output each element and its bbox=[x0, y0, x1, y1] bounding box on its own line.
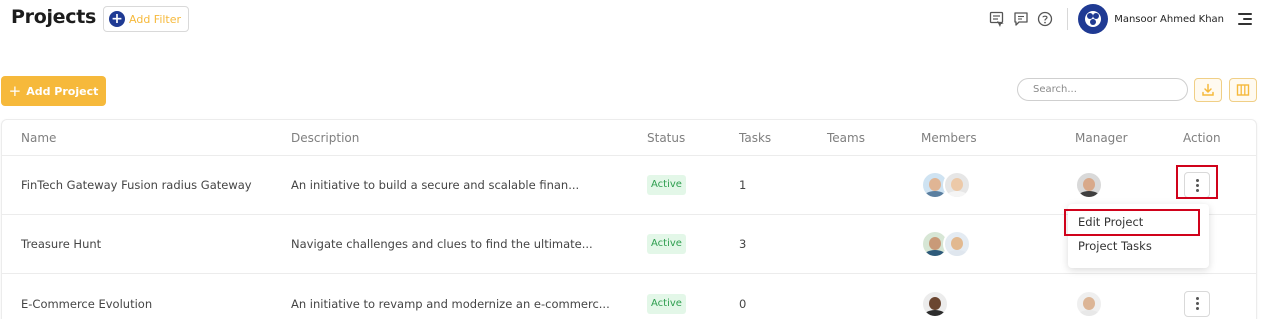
column-header-tasks[interactable]: Tasks bbox=[739, 131, 771, 145]
add-project-label: Add Project bbox=[26, 84, 99, 98]
columns-icon bbox=[1236, 84, 1250, 96]
status-badge: Active bbox=[647, 175, 686, 195]
column-header-description[interactable]: Description bbox=[291, 131, 359, 145]
menu-icon[interactable] bbox=[1238, 13, 1252, 25]
avatar[interactable] bbox=[921, 289, 949, 318]
menu-item-project-tasks[interactable]: Project Tasks bbox=[1078, 239, 1152, 253]
status-badge: Active bbox=[647, 234, 686, 254]
row-action-menu: Edit Project Project Tasks bbox=[1068, 204, 1209, 268]
add-filter-button[interactable]: + Add Filter bbox=[103, 6, 189, 32]
row-actions-button[interactable] bbox=[1184, 172, 1210, 198]
columns-button[interactable] bbox=[1229, 78, 1257, 102]
project-description: An initiative to revamp and modernize an… bbox=[291, 296, 610, 311]
clipboard-icon[interactable] bbox=[987, 9, 1007, 29]
column-header-name[interactable]: Name bbox=[21, 131, 56, 145]
top-right-toolbar: Mansoor Ahmed Khan bbox=[983, 4, 1252, 34]
search-input[interactable] bbox=[1017, 78, 1188, 101]
project-name[interactable]: Treasure Hunt bbox=[21, 237, 101, 251]
task-count: 0 bbox=[739, 296, 747, 311]
table-row[interactable]: E-Commerce Evolution An initiative to re… bbox=[2, 274, 1256, 319]
divider bbox=[1067, 8, 1069, 30]
avatar[interactable] bbox=[1075, 171, 1103, 199]
project-description: An initiative to build a secure and scal… bbox=[291, 178, 580, 192]
column-header-members[interactable]: Members bbox=[921, 131, 977, 145]
add-project-button[interactable]: + Add Project bbox=[1, 76, 106, 106]
plus-circle-icon: + bbox=[109, 11, 125, 27]
members-avatars[interactable] bbox=[921, 289, 949, 318]
download-icon bbox=[1202, 83, 1214, 96]
download-button[interactable] bbox=[1194, 78, 1222, 102]
table-header: Name Description Status Tasks Teams Memb… bbox=[2, 120, 1256, 156]
project-name[interactable]: FinTech Gateway Fusion radius Gateway bbox=[21, 178, 252, 192]
column-header-status[interactable]: Status bbox=[647, 131, 685, 145]
row-actions-button[interactable] bbox=[1184, 290, 1210, 317]
project-description: Navigate challenges and clues to find th… bbox=[291, 237, 593, 251]
column-header-manager[interactable]: Manager bbox=[1075, 131, 1128, 145]
task-count: 3 bbox=[739, 237, 747, 251]
manager-avatar[interactable] bbox=[1075, 171, 1103, 199]
user-name[interactable]: Mansoor Ahmed Khan bbox=[1114, 14, 1224, 25]
user-avatar[interactable] bbox=[1078, 4, 1109, 34]
avatar[interactable] bbox=[943, 171, 971, 199]
members-avatars[interactable] bbox=[921, 171, 971, 199]
task-count: 1 bbox=[739, 178, 747, 192]
avatar[interactable] bbox=[943, 230, 971, 258]
add-filter-label: Add Filter bbox=[129, 12, 182, 26]
page-title: Projects bbox=[11, 6, 97, 28]
project-name[interactable]: E-Commerce Evolution bbox=[21, 297, 152, 311]
column-header-teams[interactable]: Teams bbox=[827, 131, 865, 145]
members-avatars[interactable] bbox=[921, 230, 971, 258]
manager-avatar[interactable] bbox=[1075, 289, 1103, 318]
column-header-action: Action bbox=[1183, 131, 1221, 145]
menu-item-edit-project[interactable]: Edit Project bbox=[1078, 215, 1143, 229]
avatar[interactable] bbox=[1075, 289, 1103, 318]
help-icon[interactable] bbox=[1035, 9, 1055, 29]
status-badge: Active bbox=[647, 293, 686, 314]
plus-icon: + bbox=[8, 81, 22, 100]
chat-icon[interactable] bbox=[1011, 9, 1031, 29]
